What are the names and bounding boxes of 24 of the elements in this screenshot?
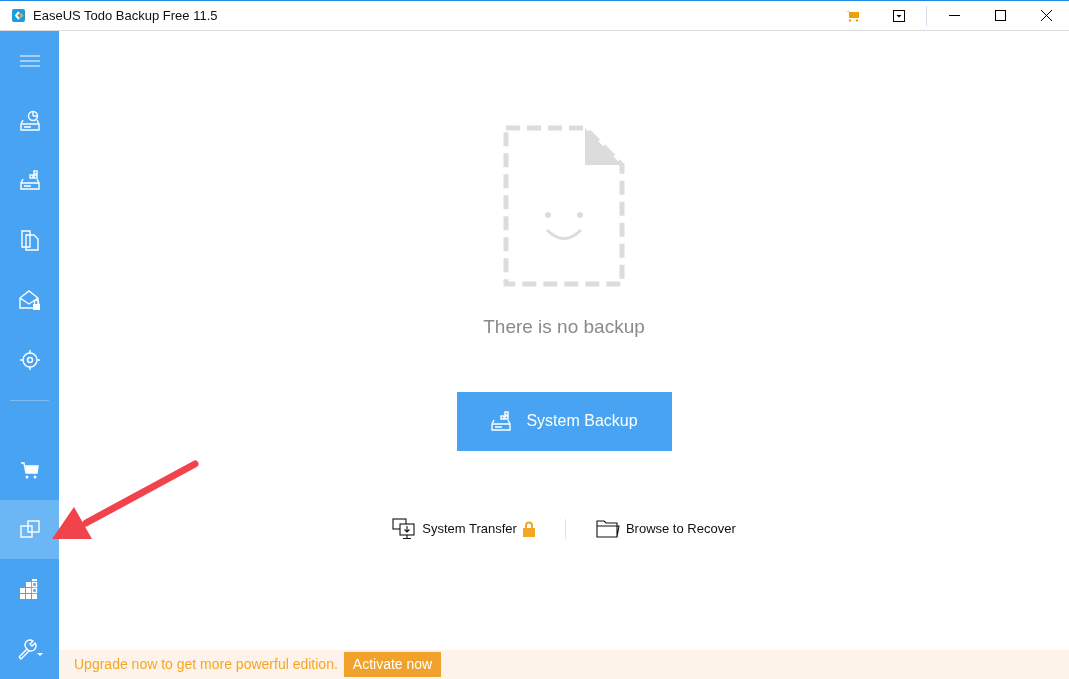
envelope-lock-icon	[17, 289, 42, 312]
disk-blocks-icon	[18, 169, 41, 192]
menu-icon	[19, 54, 40, 67]
close-icon	[1040, 10, 1052, 21]
empty-state-message: There is no backup	[483, 315, 645, 339]
app-logo-icon	[12, 9, 25, 22]
cart-icon	[19, 459, 40, 480]
link-button[interactable]: System Transfer	[362, 517, 565, 540]
dropdown-icon	[893, 9, 905, 22]
target-icon	[18, 348, 41, 371]
disk-chart-icon	[18, 109, 41, 132]
monitors-icon	[392, 517, 417, 540]
maximize-icon	[994, 10, 1006, 21]
folder-icon	[595, 518, 620, 539]
clone-icon	[18, 518, 41, 541]
disk-blocks-icon	[490, 410, 513, 432]
clone-tab[interactable]	[0, 499, 59, 560]
minimize-icon	[948, 14, 960, 17]
cart-icon	[846, 9, 860, 22]
empty-document-icon	[503, 125, 625, 287]
link-button[interactable]: Browse to Recover	[565, 518, 766, 539]
upgrade-message: Upgrade now to get more powerful edition.	[74, 655, 338, 674]
window-title: EaseUS Todo Backup Free 11.5	[33, 6, 218, 25]
documents-icon	[18, 229, 41, 252]
